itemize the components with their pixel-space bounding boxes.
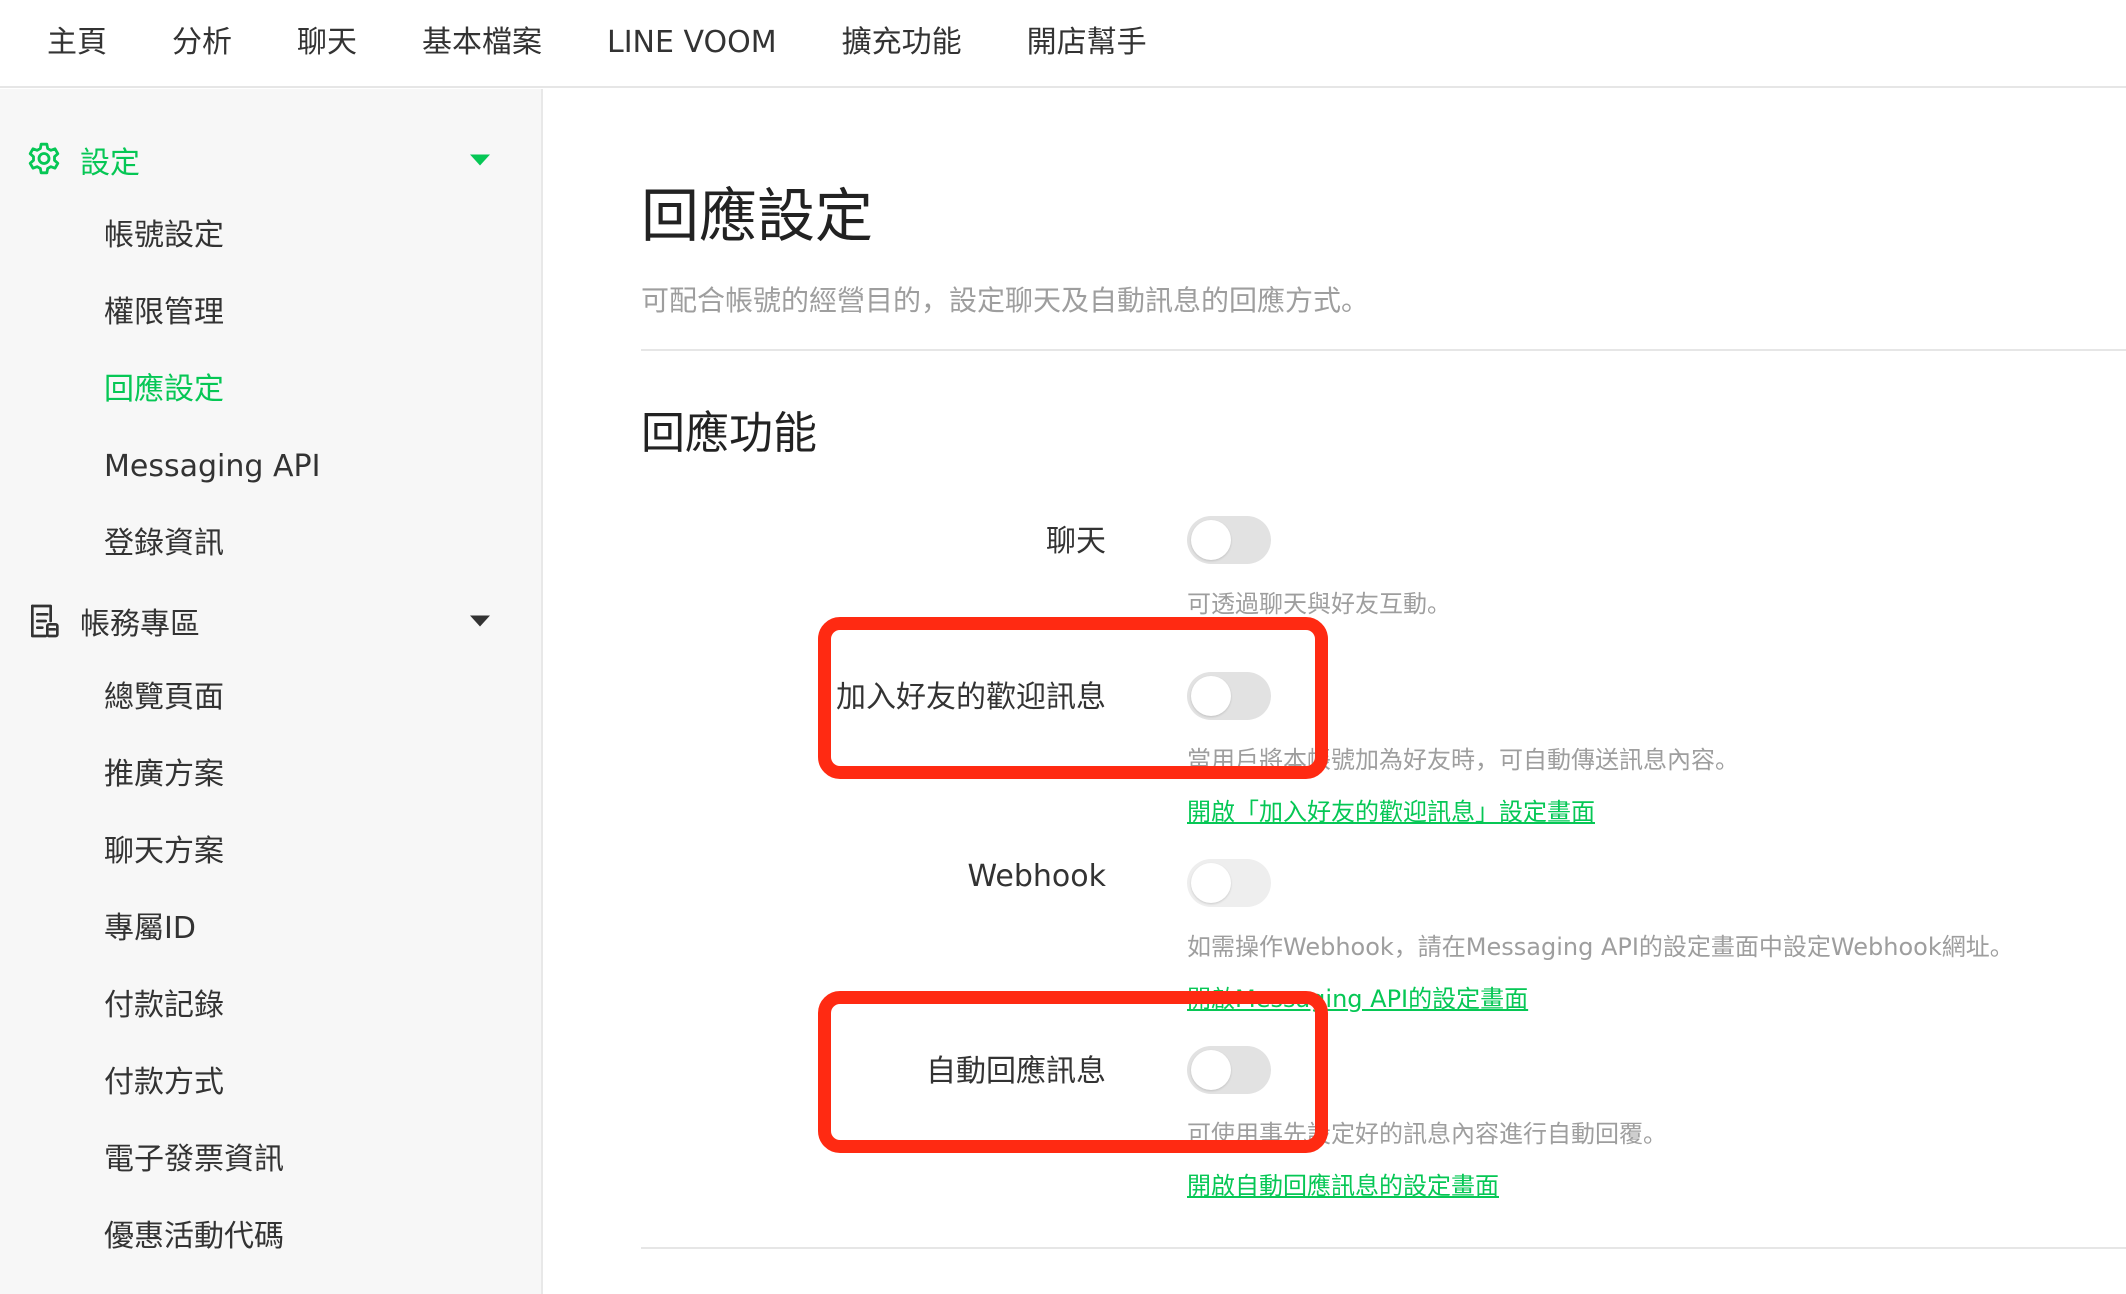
sidebar-item-payment-method[interactable]: 付款方式 bbox=[104, 1063, 224, 1103]
chevron-down-icon bbox=[470, 154, 490, 166]
sidebar-item-account-settings[interactable]: 帳號設定 bbox=[104, 216, 224, 256]
chat-toggle[interactable] bbox=[1187, 516, 1271, 564]
toggle-knob bbox=[1191, 863, 1231, 903]
sidebar-item-e-invoice[interactable]: 電子發票資訊 bbox=[104, 1140, 284, 1180]
nav-chat[interactable]: 聊天 bbox=[297, 28, 357, 58]
nav-home[interactable]: 主頁 bbox=[47, 28, 107, 58]
welcome-message-toggle[interactable] bbox=[1187, 672, 1271, 720]
sidebar-group-label: 帳務專區 bbox=[80, 607, 200, 642]
nav-profile[interactable]: 基本檔案 bbox=[422, 28, 542, 58]
auto-reply-toggle[interactable] bbox=[1187, 1046, 1271, 1094]
page-title: 回應設定 bbox=[641, 182, 874, 250]
webhook-toggle[interactable] bbox=[1187, 859, 1271, 907]
sidebar: 設定 帳號設定 權限管理 回應設定 Messaging API 登錄資訊 帳務專… bbox=[0, 89, 543, 1294]
toggle-knob bbox=[1191, 1050, 1231, 1090]
auto-reply-help-text: 可使用事先設定好的訊息內容進行自動回覆。 bbox=[1187, 1120, 1667, 1148]
welcome-message-label: 加入好友的歡迎訊息 bbox=[836, 680, 1106, 715]
auto-reply-settings-link[interactable]: 開啟自動回應訊息的設定畫面 bbox=[1187, 1166, 1499, 1201]
sidebar-item-chat-plan[interactable]: 聊天方案 bbox=[104, 832, 224, 872]
sidebar-item-permissions[interactable]: 權限管理 bbox=[104, 293, 224, 333]
gear-icon bbox=[28, 142, 60, 175]
top-navigation: 主頁 分析 聊天 基本檔案 LINE VOOM 擴充功能 開店幫手 bbox=[0, 0, 2126, 88]
document-icon bbox=[31, 604, 59, 638]
chat-help-text: 可透過聊天與好友互動。 bbox=[1187, 590, 1451, 618]
sidebar-item-promo-code[interactable]: 優惠活動代碼 bbox=[104, 1217, 284, 1257]
webhook-help-text: 如需操作Webhook，請在Messaging API的設定畫面中設定Webho… bbox=[1187, 933, 2014, 961]
welcome-message-settings-link[interactable]: 開啟「加入好友的歡迎訊息」設定畫面 bbox=[1187, 792, 1595, 827]
sidebar-item-promotion-plan[interactable]: 推廣方案 bbox=[104, 755, 224, 795]
toggle-knob bbox=[1191, 676, 1231, 716]
divider bbox=[641, 1247, 2126, 1249]
sidebar-item-messaging-api[interactable]: Messaging API bbox=[104, 447, 320, 487]
nav-shop-helper[interactable]: 開店幫手 bbox=[1027, 28, 1147, 58]
sidebar-item-premium-id[interactable]: 專屬ID bbox=[104, 909, 196, 949]
sidebar-item-payment-history[interactable]: 付款記錄 bbox=[104, 986, 224, 1026]
nav-extensions[interactable]: 擴充功能 bbox=[842, 28, 962, 58]
sidebar-group-settings[interactable]: 設定 bbox=[0, 130, 543, 190]
chat-label: 聊天 bbox=[1046, 524, 1106, 559]
section-title: 回應功能 bbox=[641, 408, 817, 459]
main-content: 回應設定 可配合帳號的經營目的，設定聊天及自動訊息的回應方式。 回應功能 聊天 … bbox=[545, 89, 2126, 1294]
sidebar-group-billing[interactable]: 帳務專區 bbox=[0, 591, 543, 651]
messaging-api-settings-link[interactable]: 開啟Messaging API的設定畫面 bbox=[1187, 979, 1528, 1014]
welcome-message-help-text: 當用戶將本帳號加為好友時，可自動傳送訊息內容。 bbox=[1187, 746, 1739, 774]
nav-analytics[interactable]: 分析 bbox=[172, 28, 232, 58]
sidebar-item-response-settings[interactable]: 回應設定 bbox=[104, 370, 224, 410]
toggle-knob bbox=[1191, 520, 1231, 560]
sidebar-group-label: 設定 bbox=[80, 146, 140, 181]
nav-line-voom[interactable]: LINE VOOM bbox=[607, 28, 777, 58]
auto-reply-label: 自動回應訊息 bbox=[926, 1054, 1106, 1089]
webhook-label: Webhook bbox=[967, 859, 1106, 894]
sidebar-item-overview[interactable]: 總覽頁面 bbox=[104, 678, 224, 718]
page-description: 可配合帳號的經營目的，設定聊天及自動訊息的回應方式。 bbox=[641, 284, 1370, 317]
sidebar-item-registration-info[interactable]: 登錄資訊 bbox=[104, 524, 224, 564]
chevron-down-icon bbox=[470, 615, 490, 627]
divider bbox=[641, 349, 2126, 351]
